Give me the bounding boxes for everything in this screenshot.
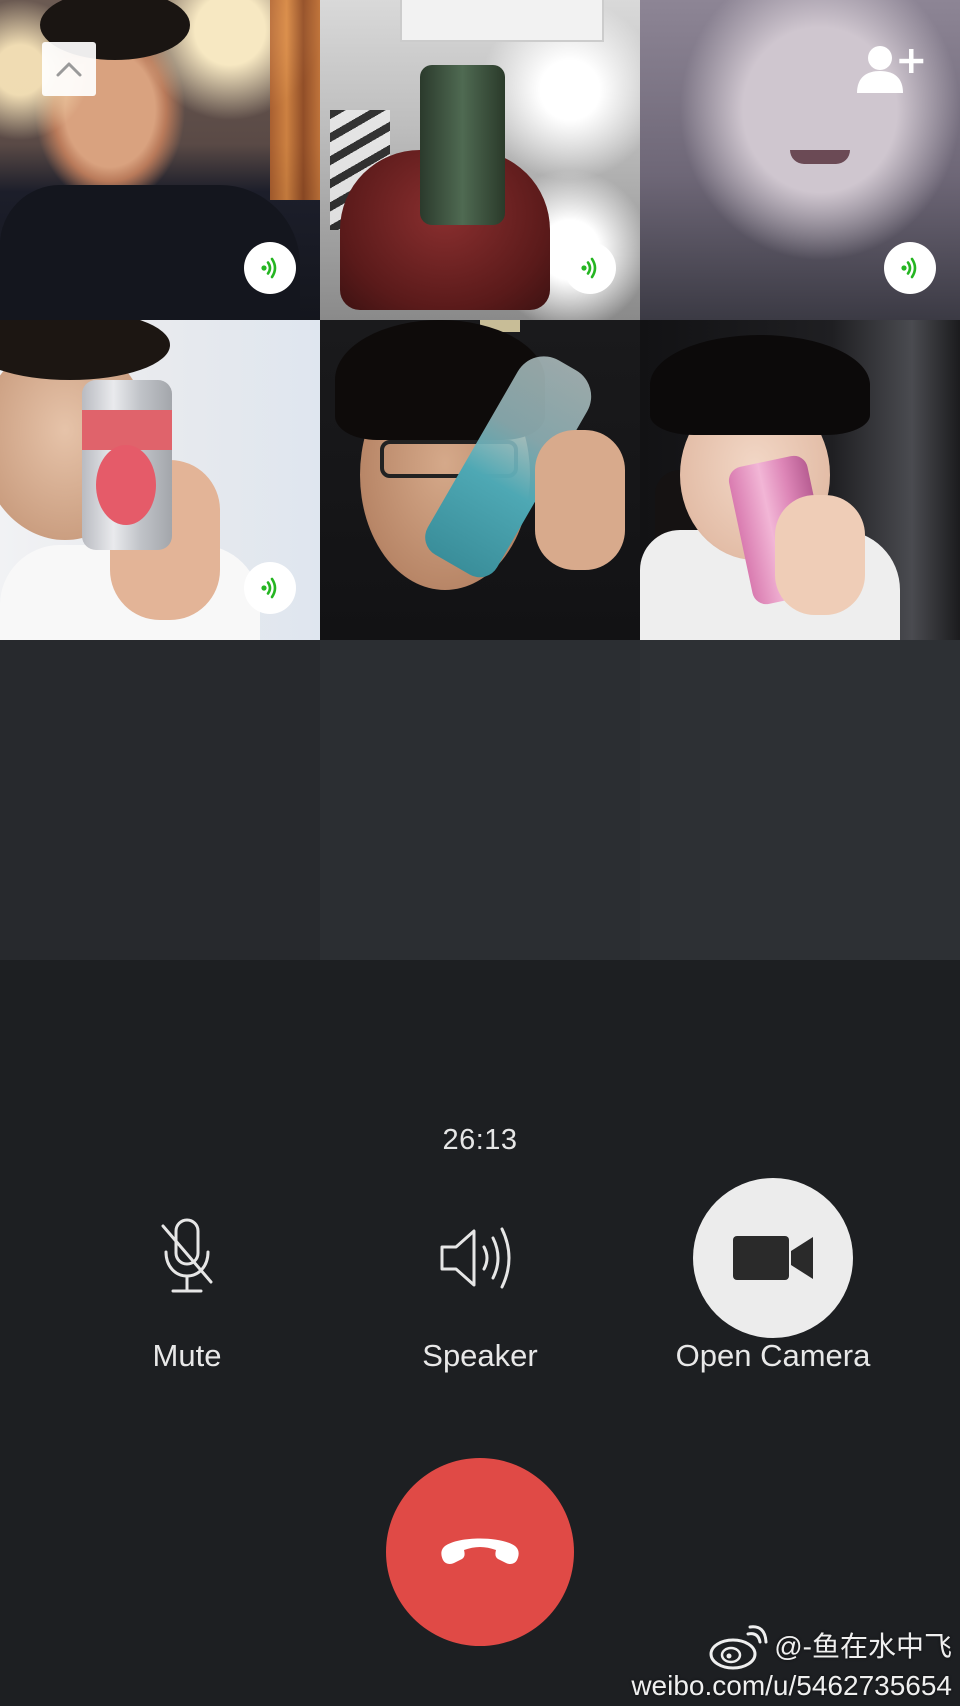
group-video-call-screen: 26:13 Mute Speaker Open Camera @-鱼在水中飞 w… [0, 0, 960, 1706]
watermark-handle: @-鱼在水中飞 [774, 1631, 952, 1662]
chevron-up-icon [56, 62, 82, 77]
speaker-icon-area [400, 1178, 560, 1338]
participant-video-tile[interactable] [0, 320, 320, 640]
camera-icon-area [693, 1178, 853, 1338]
open-camera-label: Open Camera [675, 1338, 871, 1373]
participant-video-tile[interactable] [320, 0, 640, 320]
video-camera-icon [733, 1236, 813, 1280]
video-grid [0, 0, 960, 960]
speaking-indicator-icon [884, 242, 936, 294]
microphone-off-icon [161, 1218, 213, 1293]
open-camera-button[interactable]: Open Camera [643, 1178, 903, 1398]
watermark-url: weibo.com/u/5462735654 [631, 1670, 952, 1701]
video-frame-content [535, 430, 625, 570]
add-user-icon [857, 46, 924, 93]
camera-button-circle[interactable] [693, 1178, 853, 1338]
mute-label: Mute [152, 1338, 222, 1373]
speaker-button[interactable]: Speaker [350, 1178, 610, 1398]
weibo-watermark: @-鱼在水中飞 weibo.com/u/5462735654 [631, 1624, 952, 1702]
mute-icon-area [107, 1178, 267, 1338]
empty-participant-slot [0, 640, 320, 960]
participant-video-tile[interactable] [320, 320, 640, 640]
empty-participant-slot [320, 640, 640, 960]
participant-video-tile[interactable] [640, 320, 960, 640]
call-duration: 26:13 [442, 1124, 518, 1156]
add-participant-button[interactable] [850, 40, 930, 100]
speaking-indicator-icon [564, 242, 616, 294]
video-frame-content [82, 380, 172, 550]
speaker-volume-icon [440, 1227, 511, 1289]
minimize-call-button[interactable] [42, 42, 96, 96]
weibo-logo-icon [709, 1625, 768, 1670]
video-frame-content [650, 335, 870, 435]
hang-up-button[interactable] [386, 1458, 574, 1646]
speaker-label: Speaker [422, 1338, 538, 1373]
video-frame-content [420, 65, 505, 225]
video-frame-content [790, 150, 850, 164]
video-frame-content [775, 495, 865, 615]
speaking-indicator-icon [244, 562, 296, 614]
speaking-indicator-icon [244, 242, 296, 294]
watermark-handle-row: @-鱼在水中飞 [631, 1624, 952, 1670]
mute-button[interactable]: Mute [57, 1178, 317, 1398]
hang-up-phone-icon [441, 1538, 519, 1564]
video-frame-content [400, 0, 604, 42]
empty-participant-slot [640, 640, 960, 960]
video-frame-content [0, 320, 170, 380]
